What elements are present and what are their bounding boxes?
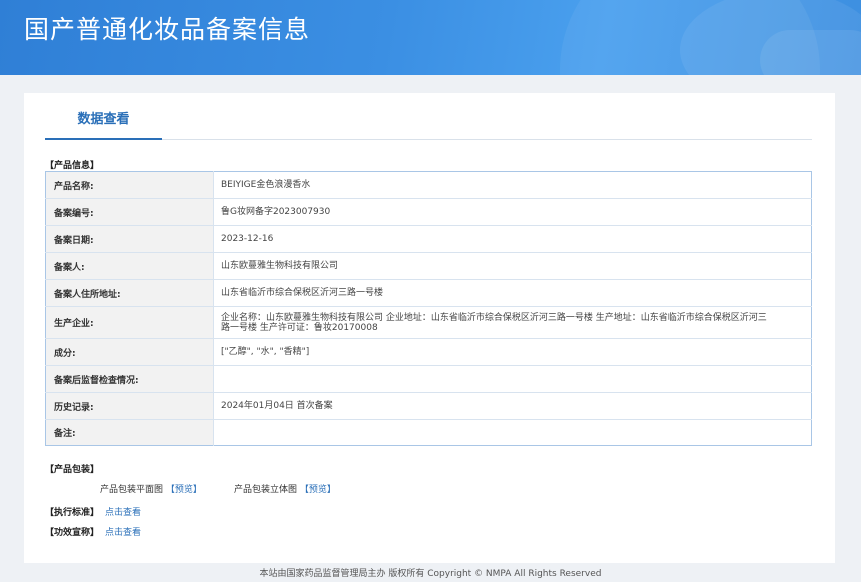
packaging-section-label: 【产品包装】	[45, 465, 100, 475]
row-value	[213, 365, 812, 393]
efficacy-label: 【功效宣称】	[45, 528, 100, 538]
table-row: 历史记录: 2024年01月04日 首次备案	[45, 392, 812, 420]
standard-row: 【执行标准】 点击查看	[45, 505, 141, 518]
row-key: 生产企业:	[45, 306, 214, 339]
table-row: 备案人: 山东欧蔓雅生物科技有限公司	[45, 252, 812, 280]
package-flat-label: 产品包装平面图	[100, 485, 164, 495]
table-row: 备案日期: 2023-12-16	[45, 225, 812, 253]
product-info-table: 产品名称: BEIYIGE金色浪漫香水 备案编号: 鲁G妆网备字20230079…	[45, 171, 812, 446]
row-value: ["乙醇", "水", "香精"]	[213, 338, 812, 366]
row-value	[214, 420, 812, 446]
row-value: 2024年01月04日 首次备案	[213, 392, 812, 420]
row-value: 企业名称：山东欧蔓雅生物科技有限公司 企业地址：山东省临沂市综合保税区沂河三路一…	[213, 306, 812, 339]
efficacy-view-link[interactable]: 点击查看	[105, 528, 141, 538]
row-key: 备注:	[45, 419, 214, 446]
row-key: 历史记录:	[45, 392, 214, 420]
banner-decoration	[760, 30, 861, 75]
package-solid-label: 产品包装立体图	[234, 485, 298, 495]
standard-label: 【执行标准】	[45, 508, 100, 518]
header-banner: 国产普通化妆品备案信息	[0, 0, 861, 75]
row-key: 备案人:	[45, 252, 214, 280]
row-key: 备案人住所地址:	[45, 279, 214, 307]
row-key: 备案编号:	[45, 198, 214, 226]
content-card: 数据查看 【产品信息】 产品名称: BEIYIGE金色浪漫香水 备案编号: 鲁G…	[24, 93, 835, 563]
row-key: 成分:	[45, 338, 214, 366]
package-flat-preview-link[interactable]: 【预览】	[166, 485, 202, 495]
row-key: 产品名称:	[45, 171, 214, 199]
efficacy-row: 【功效宣称】 点击查看	[45, 525, 141, 538]
table-row: 成分: ["乙醇", "水", "香精"]	[45, 338, 812, 366]
page-title: 国产普通化妆品备案信息	[24, 15, 311, 44]
footer-copyright: 本站由国家药品监督管理局主办 版权所有 Copyright © NMPA All…	[259, 569, 602, 579]
table-row: 生产企业: 企业名称：山东欧蔓雅生物科技有限公司 企业地址：山东省临沂市综合保税…	[45, 306, 812, 339]
row-value: 鲁G妆网备字2023007930	[213, 198, 812, 226]
row-value: 2023-12-16	[213, 225, 812, 253]
row-value: BEIYIGE金色浪漫香水	[213, 171, 812, 199]
row-value: 山东欧蔓雅生物科技有限公司	[213, 252, 812, 280]
table-row: 备案人住所地址: 山东省临沂市综合保税区沂河三路一号楼	[45, 279, 812, 307]
product-info-section-label: 【产品信息】	[45, 161, 100, 171]
package-solid-item: 产品包装立体图 【预览】	[234, 482, 336, 495]
table-row: 备注:	[45, 419, 812, 446]
row-key: 备案后监督检查情况:	[45, 365, 214, 393]
table-row: 产品名称: BEIYIGE金色浪漫香水	[45, 171, 812, 199]
package-flat-item: 产品包装平面图 【预览】	[100, 482, 202, 495]
tab-bar: 数据查看	[45, 93, 812, 140]
package-solid-preview-link[interactable]: 【预览】	[300, 485, 336, 495]
standard-view-link[interactable]: 点击查看	[105, 508, 141, 518]
table-row: 备案编号: 鲁G妆网备字2023007930	[45, 198, 812, 226]
row-value: 山东省临沂市综合保税区沂河三路一号楼	[213, 279, 812, 307]
table-row: 备案后监督检查情况:	[45, 365, 812, 393]
row-key: 备案日期:	[45, 225, 214, 253]
tab-data-view[interactable]: 数据查看	[45, 93, 162, 140]
